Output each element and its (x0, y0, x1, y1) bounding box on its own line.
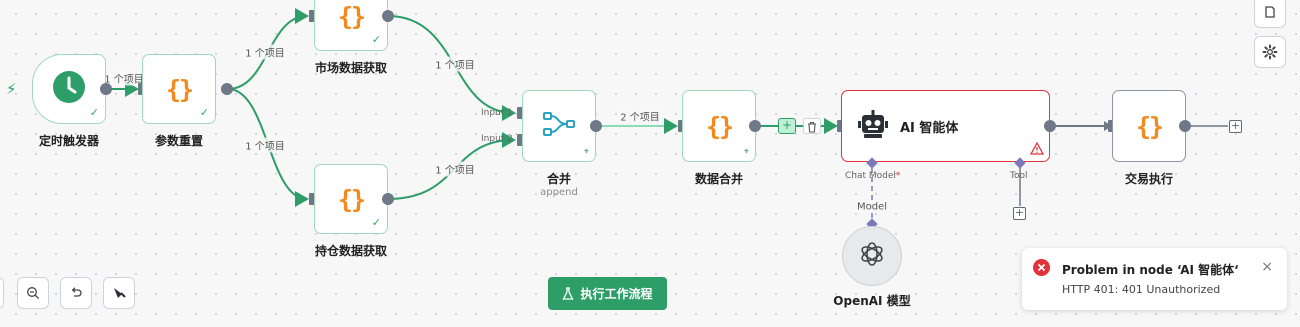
merge-input1-label: Input 1 (481, 108, 513, 118)
toast-message: HTTP 401: 401 Unauthorized (1062, 283, 1221, 296)
sticky-note-button[interactable] (1254, 0, 1286, 28)
toast-title: Problem in node ‘AI 智能体‘ (1062, 263, 1239, 277)
toast-close-icon[interactable]: × (1261, 259, 1273, 275)
pin-icon: ⌖ (743, 147, 749, 157)
node-data-merge[interactable]: {} ⌖ (682, 90, 756, 162)
clock-icon (52, 70, 86, 108)
node-holdings[interactable]: {} ✓ (314, 164, 388, 234)
trash-icon (808, 121, 816, 133)
agent-output-handle[interactable] (1044, 120, 1056, 132)
braces-icon: {} (165, 74, 194, 104)
tidy-up-button[interactable] (103, 277, 135, 309)
pin-icon: ⌖ (583, 147, 589, 157)
braces-icon: {} (705, 111, 734, 141)
node-ai-agent[interactable]: AI 智能体 (841, 90, 1050, 162)
node-data-merge-label: 数据合并 (694, 172, 744, 186)
gear-icon (1262, 44, 1278, 60)
node-merge-sublabel: append (540, 187, 578, 198)
market-output-handle[interactable] (382, 10, 394, 22)
broom-icon (114, 288, 126, 298)
success-check-icon: ✓ (371, 216, 381, 229)
braces-icon: {} (337, 1, 366, 31)
trade-output-handle[interactable] (1179, 120, 1191, 132)
node-trade[interactable]: {} (1112, 90, 1186, 162)
merge-icon (542, 111, 576, 141)
undo-icon (71, 287, 82, 297)
node-params-label: 参数重置 (154, 134, 204, 148)
edge-label-market-merge: 1 个项目 (433, 56, 477, 72)
braces-icon: {} (337, 184, 366, 214)
edge-label-merge-datamerge: 2 个项目 (618, 108, 662, 124)
undo-button[interactable] (60, 277, 92, 309)
error-toast: Problem in node ‘AI 智能体‘ HTTP 401: 401 U… (1022, 248, 1287, 310)
edge-label-params-holdings: 1 个项目 (243, 137, 287, 153)
node-openai-label: OpenAI 模型 (833, 294, 911, 308)
add-tool-button[interactable]: + (1013, 207, 1026, 220)
node-merge[interactable]: ⌖ (522, 90, 596, 162)
node-merge-label: 合并 (546, 172, 572, 186)
node-trade-label: 交易执行 (1124, 172, 1174, 186)
zoom-out-icon (27, 287, 39, 299)
tool-port-label: Tool (1010, 171, 1028, 181)
warning-icon (1029, 140, 1045, 159)
node-market[interactable]: {} ✓ (314, 0, 388, 51)
settings-button[interactable] (1254, 36, 1286, 68)
node-trigger[interactable]: ✓ (32, 54, 106, 124)
success-check-icon: ✓ (371, 33, 381, 46)
trigger-output-handle[interactable] (100, 83, 112, 95)
merge-input2-label: Input 2 (481, 134, 513, 144)
node-ai-agent-label: AI 智能体 (900, 120, 959, 136)
braces-icon: {} (1135, 111, 1164, 141)
execute-workflow-button[interactable]: 执行工作流程 (548, 277, 667, 310)
node-trigger-label: 定时触发器 (38, 134, 100, 148)
chat-model-port-label: Chat Model* (845, 171, 901, 181)
holdings-output-handle[interactable] (382, 193, 394, 205)
edge-label-holdings-merge: 1 个项目 (433, 161, 477, 177)
note-icon (1265, 6, 1275, 18)
workflow-canvas[interactable]: 1 个项目 1 个项目 1 个项目 1 个项目 1 个项目 2 个项目 Mode… (0, 0, 1300, 327)
node-market-label: 市场数据获取 (314, 61, 388, 75)
zoom-out-button[interactable] (17, 277, 49, 309)
zoom-to-fit-button[interactable] (0, 277, 4, 309)
params-output-handle[interactable] (221, 83, 233, 95)
merge-output-handle[interactable] (590, 120, 602, 132)
robot-icon (858, 110, 888, 142)
node-openai-model[interactable] (842, 226, 902, 286)
edge-add-node-button[interactable]: + (778, 118, 796, 134)
lightning-icon: ⚡ (6, 80, 17, 98)
execute-workflow-label: 执行工作流程 (580, 287, 653, 301)
node-params[interactable]: {} ✓ (142, 54, 216, 124)
edge-delete-button[interactable] (803, 118, 821, 134)
datamerge-output-handle[interactable] (749, 120, 761, 132)
add-next-node-button[interactable]: + (1229, 120, 1242, 133)
flask-icon (562, 286, 575, 300)
edge-label-params-market: 1 个项目 (243, 44, 287, 60)
edge-label-model: Model (854, 201, 890, 213)
success-check-icon: ✓ (89, 106, 99, 119)
error-icon (1033, 259, 1050, 280)
node-holdings-label: 持仓数据获取 (314, 244, 388, 258)
openai-icon (858, 240, 886, 272)
success-check-icon: ✓ (199, 106, 209, 119)
